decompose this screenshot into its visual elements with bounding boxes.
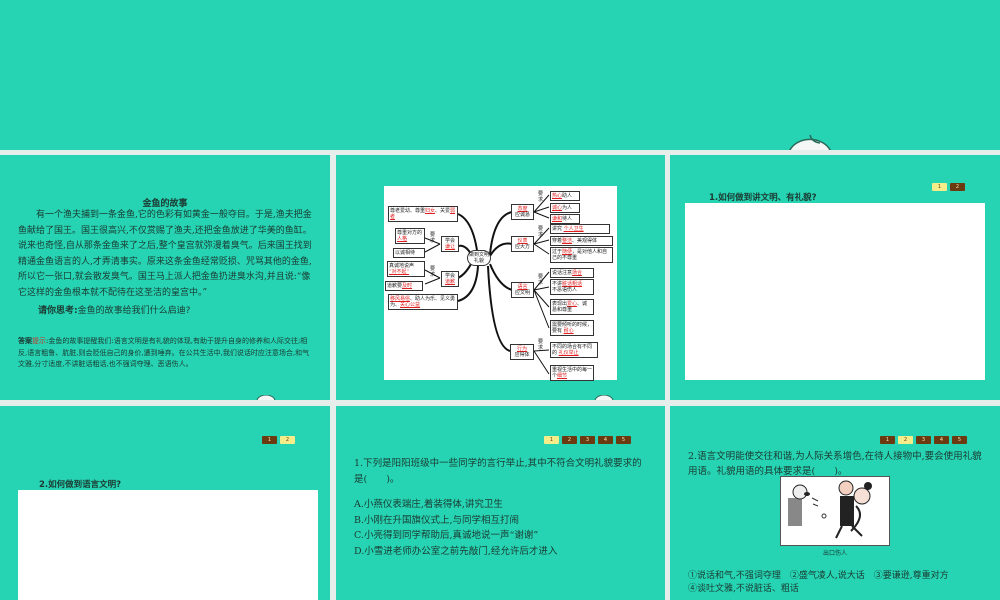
slide-pager: 1 2 (262, 436, 295, 444)
slide-polite-question[interactable]: 1 2 1.如何做到讲文明、有礼貌? (670, 155, 1000, 400)
node-learn-humble: 学会 谦让 (441, 236, 459, 252)
think-label: 请你思考: (38, 306, 78, 316)
question-title: 2.如何做到语言文明? (39, 480, 122, 490)
decoration-arc-icon (256, 395, 276, 400)
node-attitude: 态度 应诚恳 (511, 204, 534, 220)
slide-language-question[interactable]: 1 2 2.如何做到语言文明? (0, 406, 330, 600)
answer-text: :金鱼的故事提醒我们:语言文明是有礼貌的体现,有助于提升自身的修养和人际交往;相… (18, 337, 310, 368)
behavior-item: 重视生活中的每一个细节 (550, 365, 594, 381)
node-humble-2: 以诚相待 (393, 248, 425, 258)
page-button-2[interactable]: 2 (562, 436, 577, 444)
page-button-5[interactable]: 5 (616, 436, 631, 444)
option-c[interactable]: C.小亮得到同学帮助后,真诚地说一声“谢谢” (354, 528, 654, 544)
node-respect: 尊老爱幼、尊重妇女、关爱弱者 (388, 206, 458, 222)
page-button-1[interactable]: 1 (880, 436, 895, 444)
slide-exercise-1[interactable]: 1 2 3 4 5 1.下列是阳阳班级中一些同学的言行举止,其中不符合文明礼貌要… (336, 406, 665, 600)
node-apology-1: 真诚地说声 “对不起” (387, 261, 425, 277)
previous-slide-row[interactable] (0, 0, 1000, 150)
node-humble-1: 尊重对方的人格 (395, 228, 425, 244)
page-button-2[interactable]: 2 (950, 183, 965, 191)
node-apology-2: 道歉要及时 (385, 281, 423, 291)
page-button-2[interactable]: 2 (898, 436, 913, 444)
slide-pager: 1 2 3 4 5 (880, 436, 967, 444)
require-label: 要求 (538, 226, 544, 238)
slide-exercise-2[interactable]: 1 2 3 4 5 2.语言文明能使交往和谐,为人际关系增色,在待人接物中,要会… (670, 406, 1000, 600)
language-item: 说话注意场合 (550, 268, 594, 278)
mindmap-center: 做到文明礼貌 (467, 250, 491, 266)
node-behavior: 行为 应得体 (510, 344, 534, 360)
option-b[interactable]: B.小刚在升国旗仪式上,与同学相互打闹 (354, 513, 654, 529)
question-title: 1.如何做到讲文明、有礼貌? (709, 193, 817, 203)
node-language: 语言 应文明 (511, 282, 534, 298)
option-a[interactable]: A.小燕仪表端庄,着装得体,讲究卫生 (354, 497, 654, 513)
attitude-item: 谦和待人 (550, 214, 580, 224)
think-question: 请你思考:金鱼的故事给我们什么启迪? (38, 303, 190, 316)
language-item: 需要倾听的时候，要有 耐心 (550, 320, 594, 336)
node-appearance: 仪表 应大方 (511, 236, 534, 252)
answer-area (685, 203, 985, 380)
statement-line: ④谈吐文雅,不说脏话、粗话 (688, 584, 799, 594)
page-button-5[interactable]: 5 (952, 436, 967, 444)
slide-pager: 1 2 (932, 183, 965, 191)
language-item: 表现出爱心、诚恳和尊重 (550, 299, 594, 315)
require-label: 要求 (538, 191, 544, 203)
answer: 答案提示:金鱼的故事提醒我们:语言文明是有礼貌的体现,有助于提升自身的修养和人际… (18, 335, 314, 371)
illustration-caption: 出口伤人 (822, 550, 847, 557)
statement-line: ①说话和气,不强词夺理 ②盛气凌人,说大话 ③要谦逊,尊重对方 (688, 571, 949, 581)
decoration-arc-icon (594, 395, 614, 400)
page-button-2[interactable]: 2 (280, 436, 295, 444)
page-button-1[interactable]: 1 (932, 183, 947, 191)
attitude-item: 热心助人 (550, 191, 580, 201)
question-text: 2.语言文明能使交往和谐,为人际关系增色,在待人接物中,要会使用礼貌用语。礼貌用… (688, 451, 982, 477)
page-button-3[interactable]: 3 (916, 436, 931, 444)
page-button-4[interactable]: 4 (934, 436, 949, 444)
slide-pager: 1 2 3 4 5 (544, 436, 631, 444)
options-list: A.小燕仪表端庄,着装得体,讲究卫生 B.小刚在升国旗仪式上,与同学相互打闹 C… (354, 497, 654, 559)
node-public: 移风易俗、助人为乐、见义勇为、关心公益 (388, 294, 458, 310)
attitude-item: 诚心为人 (550, 203, 580, 213)
require-label: 要求 (538, 274, 544, 286)
slide-story[interactable]: 金鱼的故事 有一个渔夫捕到一条金鱼,它的色彩有如黄金一般夺目。于是,渔夫把金鱼献… (0, 155, 330, 400)
mindmap: 做到文明礼貌 尊老爱幼、尊重妇女、关爱弱者 尊重对方的人格 以诚相待 要求 学会… (384, 186, 617, 381)
appearance-item: 讲究 个人卫生 (550, 224, 610, 234)
think-text: 金鱼的故事给我们什么启迪? (77, 306, 191, 316)
answer-label: 答案 (18, 336, 32, 345)
require-label: 要求 (430, 266, 436, 278)
language-item: 不讲脏话粗话 不恶语伤人 (550, 279, 594, 295)
appearance-item: 穿着整洁、美观得体 (550, 236, 613, 246)
answer-area (18, 490, 318, 600)
page-button-3[interactable]: 3 (580, 436, 595, 444)
cartoon-illustration (780, 476, 890, 546)
behavior-item: 不同的场合有不同的 礼仪举止 (550, 342, 598, 358)
page-button-4[interactable]: 4 (598, 436, 613, 444)
require-label: 要求 (538, 339, 544, 351)
appearance-item: 过于随便，是对他人和自己的不尊重 (550, 247, 613, 263)
decoration-arc-icon (789, 134, 831, 150)
story-body: 有一个渔夫捕到一条金鱼,它的色彩有如黄金一般夺目。于是,渔夫把金鱼献给了国王。国… (18, 210, 312, 298)
page-button-1[interactable]: 1 (262, 436, 277, 444)
hint-label: 提示 (32, 337, 46, 345)
question-text: 1.下列是阳阳班级中一些同学的言行举止,其中不符合文明礼貌要求的是( )。 (354, 458, 642, 485)
node-learn-apology: 学会 道歉 (441, 271, 459, 287)
page-button-1[interactable]: 1 (544, 436, 559, 444)
require-label: 要求 (430, 232, 436, 244)
statements: ①说话和气,不强词夺理 ②盛气凌人,说大话 ③要谦逊,尊重对方 ④谈吐文雅,不说… (688, 570, 998, 596)
option-d[interactable]: D.小雪进老师办公室之前先敲门,经允许后才进入 (354, 544, 654, 560)
